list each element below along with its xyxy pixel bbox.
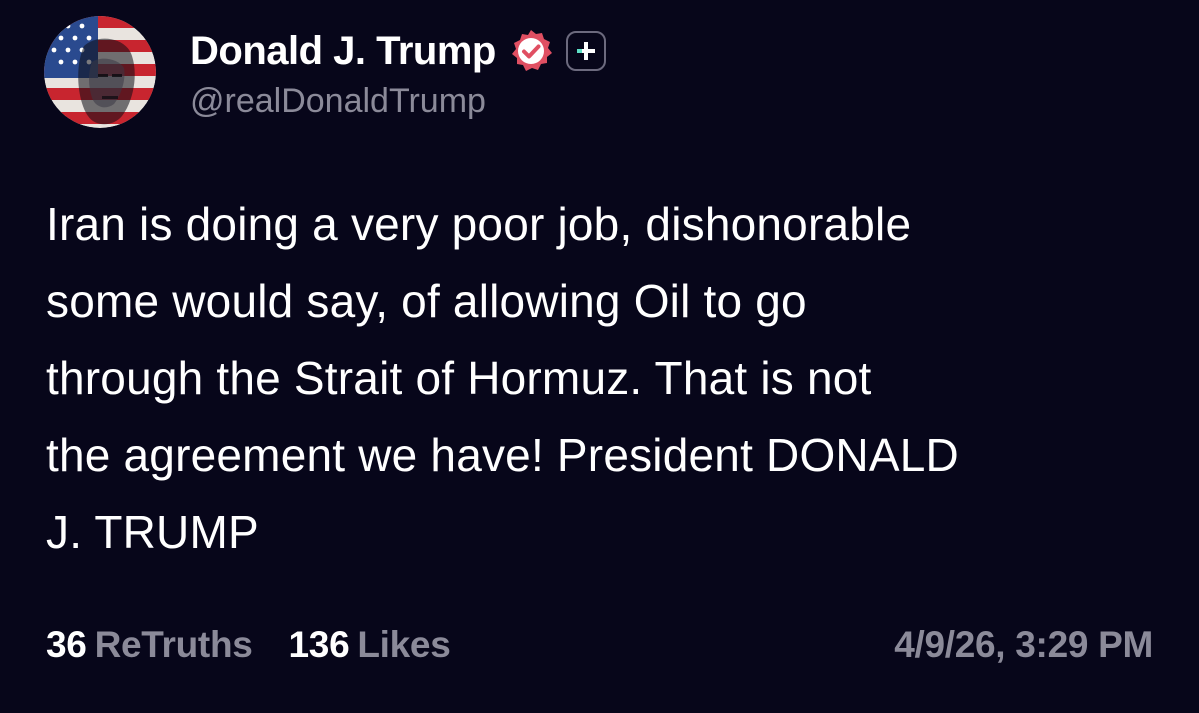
- truth-post: Donald J. Trump @realDonaldTrump Iran is…: [0, 0, 1199, 713]
- plus-subscription-icon[interactable]: [565, 31, 606, 71]
- flag-portrait-avatar-icon: [44, 16, 156, 128]
- name-row: Donald J. Trump: [190, 26, 606, 76]
- post-text: Iran is doing a very poor job, dishonora…: [46, 198, 959, 558]
- likes-label: Likes: [357, 624, 451, 665]
- retruths-label: ReTruths: [94, 624, 253, 665]
- author-names: Donald J. Trump @realDonaldTrump: [190, 26, 606, 121]
- retruths-count: 36: [46, 624, 87, 665]
- retruths-stat[interactable]: 36 ReTruths: [46, 624, 253, 666]
- post-footer: 36 ReTruths 136 Likes 4/9/26, 3:29 PM: [46, 620, 1153, 670]
- post-timestamp[interactable]: 4/9/26, 3:29 PM: [894, 624, 1153, 666]
- display-name[interactable]: Donald J. Trump: [190, 29, 496, 74]
- likes-stat[interactable]: 136 Likes: [289, 624, 451, 666]
- verified-badge-icon: [508, 28, 554, 74]
- avatar[interactable]: [44, 16, 156, 128]
- author-handle[interactable]: @realDonaldTrump: [190, 82, 606, 121]
- post-header: Donald J. Trump @realDonaldTrump: [44, 16, 606, 128]
- likes-count: 136: [288, 624, 350, 665]
